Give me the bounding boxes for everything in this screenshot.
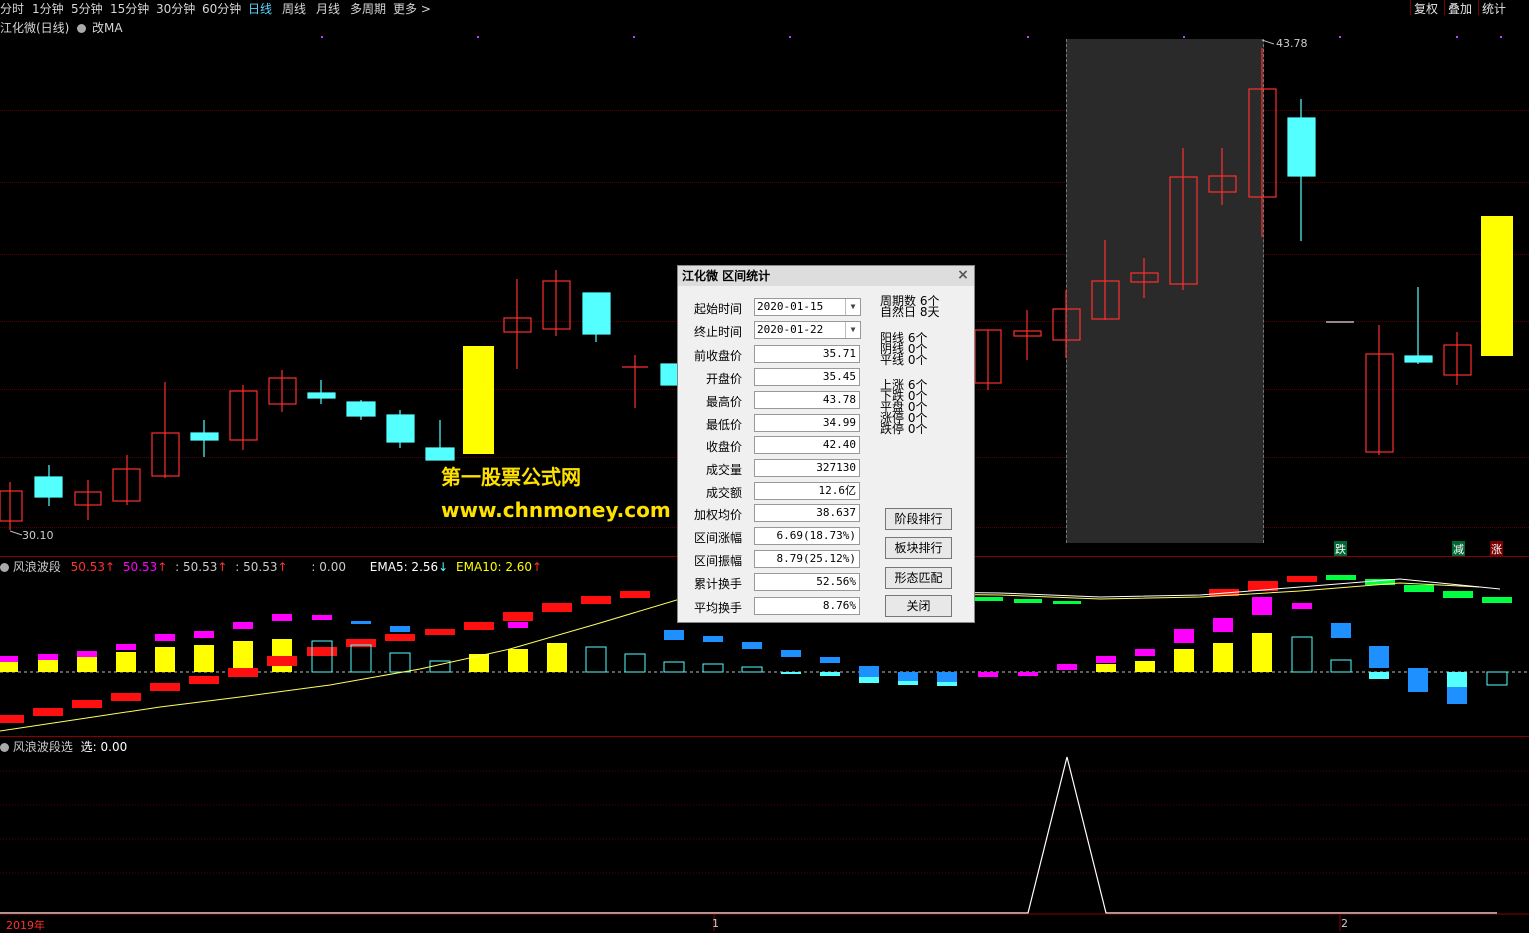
volume-field: 327130 bbox=[754, 459, 860, 477]
dialog-title-text: 江化微 区间统计 bbox=[682, 269, 771, 283]
stat-label: 区间振幅 bbox=[693, 554, 742, 568]
start-time-label: 起始时间 bbox=[693, 302, 742, 316]
stage-rank-button[interactable]: 阶段排行 bbox=[885, 508, 952, 530]
stat-label: 成交量 bbox=[705, 463, 742, 477]
low-price-label: 30.10 bbox=[22, 529, 54, 542]
stat-label: 开盘价 bbox=[705, 372, 742, 386]
select-indicator-chart bbox=[0, 756, 1529, 931]
stat-label: 成交额 bbox=[705, 486, 742, 500]
start-time-value: 2020-01-15 bbox=[757, 300, 824, 313]
change-field: 6.69(18.73%) bbox=[754, 527, 860, 545]
stat-label: 前收盘价 bbox=[693, 349, 742, 363]
sector-rank-button[interactable]: 板块排行 bbox=[885, 537, 952, 559]
pattern-match-button[interactable]: 形态匹配 bbox=[885, 567, 952, 589]
amplitude-field: 8.79(25.12%) bbox=[754, 550, 860, 568]
chevron-down-icon[interactable]: ▼ bbox=[845, 322, 860, 338]
end-time-label: 终止时间 bbox=[693, 325, 742, 339]
high-field: 43.78 bbox=[754, 391, 860, 409]
amount-field: 12.6亿 bbox=[754, 482, 860, 500]
close-field: 42.40 bbox=[754, 436, 860, 454]
high-arrow bbox=[1261, 39, 1275, 45]
high-price-label: 43.78 bbox=[1276, 37, 1308, 50]
yellow-bars bbox=[0, 633, 1272, 672]
close-icon[interactable]: × bbox=[956, 268, 970, 282]
stat-label: 最高价 bbox=[705, 395, 742, 409]
x-axis-month-1: 1 bbox=[712, 917, 719, 930]
total-turnover-field: 52.56% bbox=[754, 573, 860, 591]
signal-buy: 涨 bbox=[1490, 541, 1503, 557]
watermark-title: 第一股票公式网 bbox=[441, 465, 581, 489]
chevron-down-icon[interactable]: ▼ bbox=[845, 299, 860, 315]
low-arrow bbox=[9, 530, 23, 536]
end-time-select[interactable]: 2020-01-22 ▼ bbox=[754, 321, 861, 339]
open-field: 35.45 bbox=[754, 368, 860, 386]
close-button[interactable]: 关闭 bbox=[885, 595, 952, 617]
stat-label: 加权均价 bbox=[693, 508, 742, 522]
dialog-title[interactable]: 江化微 区间统计 × bbox=[678, 266, 974, 286]
prev-close-field: 35.71 bbox=[754, 345, 860, 363]
natural-days: 自然日 8天 bbox=[880, 305, 940, 319]
stat-label: 区间涨幅 bbox=[693, 531, 742, 545]
limit-down-count: 跌停 0个 bbox=[880, 422, 928, 436]
stat-label: 累计换手 bbox=[693, 577, 742, 591]
avg-turnover-field: 8.76% bbox=[754, 597, 860, 615]
signal-line bbox=[0, 756, 1497, 914]
low-field: 34.99 bbox=[754, 414, 860, 432]
top-markers bbox=[321, 36, 1502, 38]
stat-label: 收盘价 bbox=[705, 440, 742, 454]
watermark-url: www.chnmoney.com bbox=[441, 498, 671, 522]
interval-stats-dialog: 江化微 区间统计 × 起始时间 2020-01-15 ▼ 终止时间 2020-0… bbox=[677, 265, 975, 623]
signal-sell: 跌 bbox=[1334, 541, 1347, 557]
stat-label: 平均换手 bbox=[693, 601, 742, 615]
green-bars bbox=[975, 575, 1512, 604]
start-time-select[interactable]: 2020-01-15 ▼ bbox=[754, 298, 861, 316]
end-time-value: 2020-01-22 bbox=[757, 323, 824, 336]
stat-label: 最低价 bbox=[705, 418, 742, 432]
vwap-field: 38.637 bbox=[754, 504, 860, 522]
x-axis-month-2: 2 bbox=[1341, 917, 1348, 930]
signal-reduce: 减 bbox=[1452, 541, 1465, 557]
flat-count: 平线 0个 bbox=[880, 353, 928, 367]
cyan-bars bbox=[781, 672, 1467, 687]
